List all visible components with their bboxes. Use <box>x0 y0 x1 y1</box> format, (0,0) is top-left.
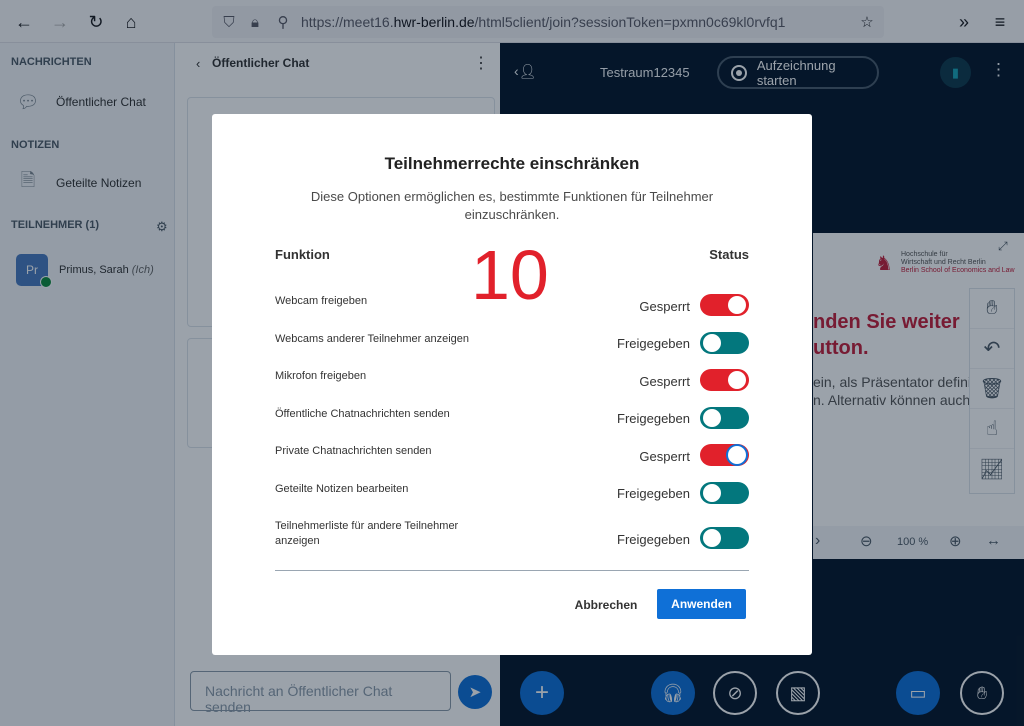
row-label: Private Chatnachrichten senden <box>275 445 432 457</box>
toggle-knob <box>728 371 746 389</box>
row-status: Gesperrt <box>639 449 690 464</box>
row-status: Gesperrt <box>639 299 690 314</box>
row-label: Webcams anderer Teilnehmer anzeigen <box>275 333 470 345</box>
row-label: Geteilte Notizen bearbeiten <box>275 483 409 495</box>
toggle-knob <box>703 334 721 352</box>
lock-toggle[interactable] <box>700 527 749 549</box>
toggle-knob <box>728 446 746 464</box>
modal-title: Teilnehmerrechte einschränken <box>384 154 640 173</box>
lock-settings-modal: Teilnehmerrechte einschränken Diese Opti… <box>212 114 812 655</box>
lock-toggle[interactable] <box>700 294 749 316</box>
apply-button[interactable]: Anwenden <box>657 589 746 619</box>
row-status: Freigegeben <box>617 486 690 501</box>
toggle-knob <box>703 484 721 502</box>
lock-toggle[interactable] <box>700 482 749 504</box>
toggle-knob <box>728 296 746 314</box>
lock-toggle[interactable] <box>700 407 749 429</box>
lock-toggle[interactable] <box>700 444 749 466</box>
row-status: Freigegeben <box>617 336 690 351</box>
row-status: Freigegeben <box>617 411 690 426</box>
toggle-knob <box>703 529 721 547</box>
lock-toggle[interactable] <box>700 369 749 391</box>
function-column-header: Funktion <box>275 247 330 262</box>
row-label: Mikrofon freigeben <box>275 370 367 382</box>
row-status: Freigegeben <box>617 532 690 547</box>
row-status: Gesperrt <box>639 374 690 389</box>
cancel-button[interactable]: Abbrechen <box>566 590 646 620</box>
row-label: Teilnehmerliste für andere Teilnehmer an… <box>275 520 459 547</box>
row-label: Öffentliche Chatnachrichten senden <box>275 408 450 420</box>
lock-toggle[interactable] <box>700 332 749 354</box>
modal-description: Diese Optionen ermöglichen es, bestimmte… <box>310 189 714 222</box>
row-label: Webcam freigeben <box>275 295 368 307</box>
toggle-knob <box>703 409 721 427</box>
status-column-header: Status <box>709 247 749 262</box>
modal-divider <box>275 570 749 571</box>
